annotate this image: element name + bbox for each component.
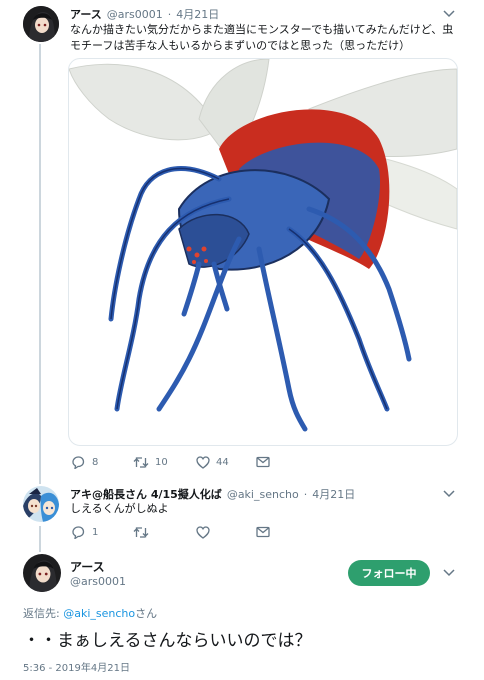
avatar[interactable]: [23, 486, 59, 522]
avatar[interactable]: [23, 6, 59, 42]
envelope-icon: [256, 526, 270, 538]
tweet-text: なんか描きたい気分だからまた適当にモンスターでも描いてみたんだけど、虫モチーフは…: [70, 23, 454, 52]
retweet-count: 10: [155, 457, 168, 468]
reply-button[interactable]: 8: [71, 456, 98, 469]
reply-context: 返信先: @aki_senchoさん: [23, 605, 157, 621]
reply-icon: [72, 456, 85, 469]
display-name[interactable]: アース: [70, 558, 105, 575]
monster-drawing: [69, 59, 457, 432]
avatar[interactable]: [23, 554, 61, 592]
chevron-down-icon[interactable]: [443, 10, 455, 18]
display-name[interactable]: アキ@船長さん 4/15擬人化ば: [70, 486, 222, 502]
retweet-icon: [133, 527, 149, 538]
display-name[interactable]: アース: [70, 6, 102, 22]
separator: ·: [303, 488, 308, 501]
direct-message-button[interactable]: [256, 526, 270, 538]
envelope-icon: [256, 456, 270, 468]
chevron-down-icon[interactable]: [443, 569, 455, 577]
like-button[interactable]: 44: [196, 456, 229, 469]
retweet-button[interactable]: [133, 526, 149, 539]
thread-line: [39, 44, 41, 484]
like-count: 44: [216, 457, 229, 468]
tweet-date[interactable]: 4月21日: [176, 6, 219, 22]
direct-message-button[interactable]: [256, 456, 270, 468]
separator: ·: [167, 8, 172, 21]
handle[interactable]: @ars0001: [107, 8, 163, 21]
tweet-date[interactable]: 4月21日: [312, 486, 355, 502]
retweet-icon: [133, 457, 149, 468]
reply-count: 1: [92, 527, 99, 538]
retweet-button[interactable]: 10: [133, 456, 168, 469]
following-button[interactable]: フォロー中: [348, 560, 430, 586]
reply-to-handle[interactable]: @aki_sencho: [63, 607, 135, 620]
tweet-header: アキ@船長さん 4/15擬人化ば @aki_sencho · 4月21日: [70, 486, 355, 502]
heart-icon: [196, 456, 210, 469]
tweet-header: アース @ars0001 · 4月21日: [70, 6, 219, 22]
tweet-image[interactable]: [68, 58, 458, 446]
tweet-timestamp[interactable]: 5:36 - 2019年4月21日: [23, 659, 130, 674]
reply-to-suffix: さん: [135, 607, 158, 620]
reply-icon: [72, 526, 85, 539]
main-tweet-text: ・・まぁしえるさんならいいのでは？: [23, 631, 312, 651]
handle[interactable]: @aki_sencho: [227, 488, 299, 501]
thread-line: [39, 526, 41, 552]
handle[interactable]: @ars0001: [70, 575, 126, 588]
reply-count: 8: [92, 457, 99, 468]
chevron-down-icon[interactable]: [443, 490, 455, 498]
reply-to-prefix: 返信先:: [23, 607, 64, 620]
like-button[interactable]: [196, 526, 210, 539]
heart-icon: [196, 526, 210, 539]
tweet-text: しえるくんがしぬよ: [70, 502, 169, 515]
reply-button[interactable]: 1: [71, 526, 98, 539]
